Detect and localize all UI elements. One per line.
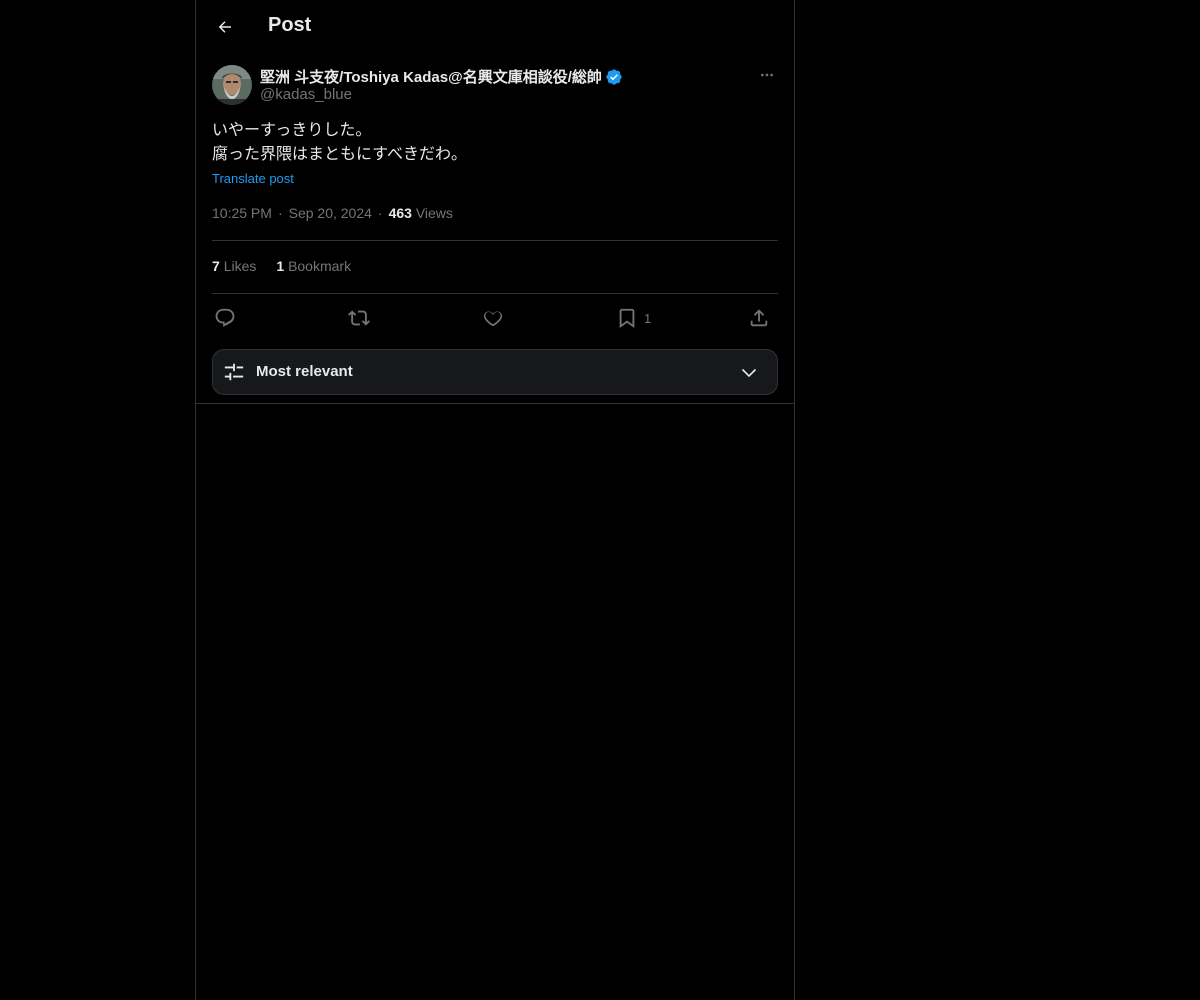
- bookmark-count: 1: [644, 310, 652, 326]
- page-title: Post: [268, 14, 312, 36]
- bookmarks-label: Bookmark: [288, 258, 352, 274]
- likes-stat[interactable]: 7 Likes: [212, 258, 256, 274]
- reply-icon: [214, 307, 236, 329]
- reply-sort-dropdown[interactable]: Most relevant: [212, 349, 778, 395]
- verified-badge-icon[interactable]: [605, 68, 623, 86]
- post-text-line: いやーすっきりした。: [212, 120, 372, 139]
- more-options-button[interactable]: [756, 64, 778, 86]
- post-author: 堅洲 斗支夜/Toshiya Kadas@名興文庫相談役/総帥 @kadas_b…: [212, 64, 778, 108]
- divider: [212, 240, 778, 241]
- page-header: Post: [196, 0, 794, 54]
- more-icon: [759, 67, 775, 83]
- post-text: いやーすっきりした。 腐った界隈はまともにすべきだわ。: [212, 118, 778, 166]
- action-bar: 1: [212, 304, 778, 332]
- like-icon: [482, 307, 504, 329]
- primary-column: Post 堅洲 斗支夜/Toshiya Kadas@名興文庫相談役/総帥 @ka…: [195, 0, 795, 1000]
- chevron-down-icon: [739, 363, 759, 383]
- sliders-icon: [223, 361, 245, 383]
- likes-label: Likes: [223, 258, 257, 274]
- views-count: 463: [388, 205, 412, 221]
- back-button[interactable]: [208, 10, 242, 44]
- post-text-line: 腐った界隈はまともにすべきだわ。: [212, 144, 468, 163]
- share-icon: [748, 307, 770, 329]
- author-handle[interactable]: @kadas_blue: [260, 86, 352, 103]
- avatar[interactable]: [212, 65, 252, 105]
- like-button[interactable]: [482, 304, 504, 332]
- bookmarks-count: 1: [276, 258, 285, 274]
- author-name-row: 堅洲 斗支夜/Toshiya Kadas@名興文庫相談役/総帥: [260, 66, 623, 87]
- post-time[interactable]: 10:25 PM: [212, 205, 272, 221]
- post-date[interactable]: Sep 20, 2024: [289, 205, 372, 221]
- divider: [196, 403, 794, 404]
- arrow-left-icon: [216, 18, 234, 36]
- repost-button[interactable]: [348, 304, 370, 332]
- post-meta: 10:25 PM · Sep 20, 2024 · 463 Views: [212, 205, 453, 221]
- translate-post-link[interactable]: Translate post: [212, 171, 294, 186]
- repost-icon: [348, 307, 370, 329]
- views-label: Views: [415, 205, 453, 221]
- reply-button[interactable]: [214, 304, 236, 332]
- bookmark-button[interactable]: 1: [616, 304, 651, 332]
- divider: [212, 293, 778, 294]
- post-stats: 7 Likes 1 Bookmark: [212, 258, 351, 274]
- bookmark-icon: [616, 307, 638, 329]
- share-button[interactable]: [748, 304, 770, 332]
- likes-count: 7: [212, 258, 220, 274]
- reply-sort-label: Most relevant: [256, 363, 353, 380]
- author-display-name[interactable]: 堅洲 斗支夜/Toshiya Kadas@名興文庫相談役/総帥: [260, 66, 602, 87]
- bookmarks-stat[interactable]: 1 Bookmark: [276, 258, 351, 274]
